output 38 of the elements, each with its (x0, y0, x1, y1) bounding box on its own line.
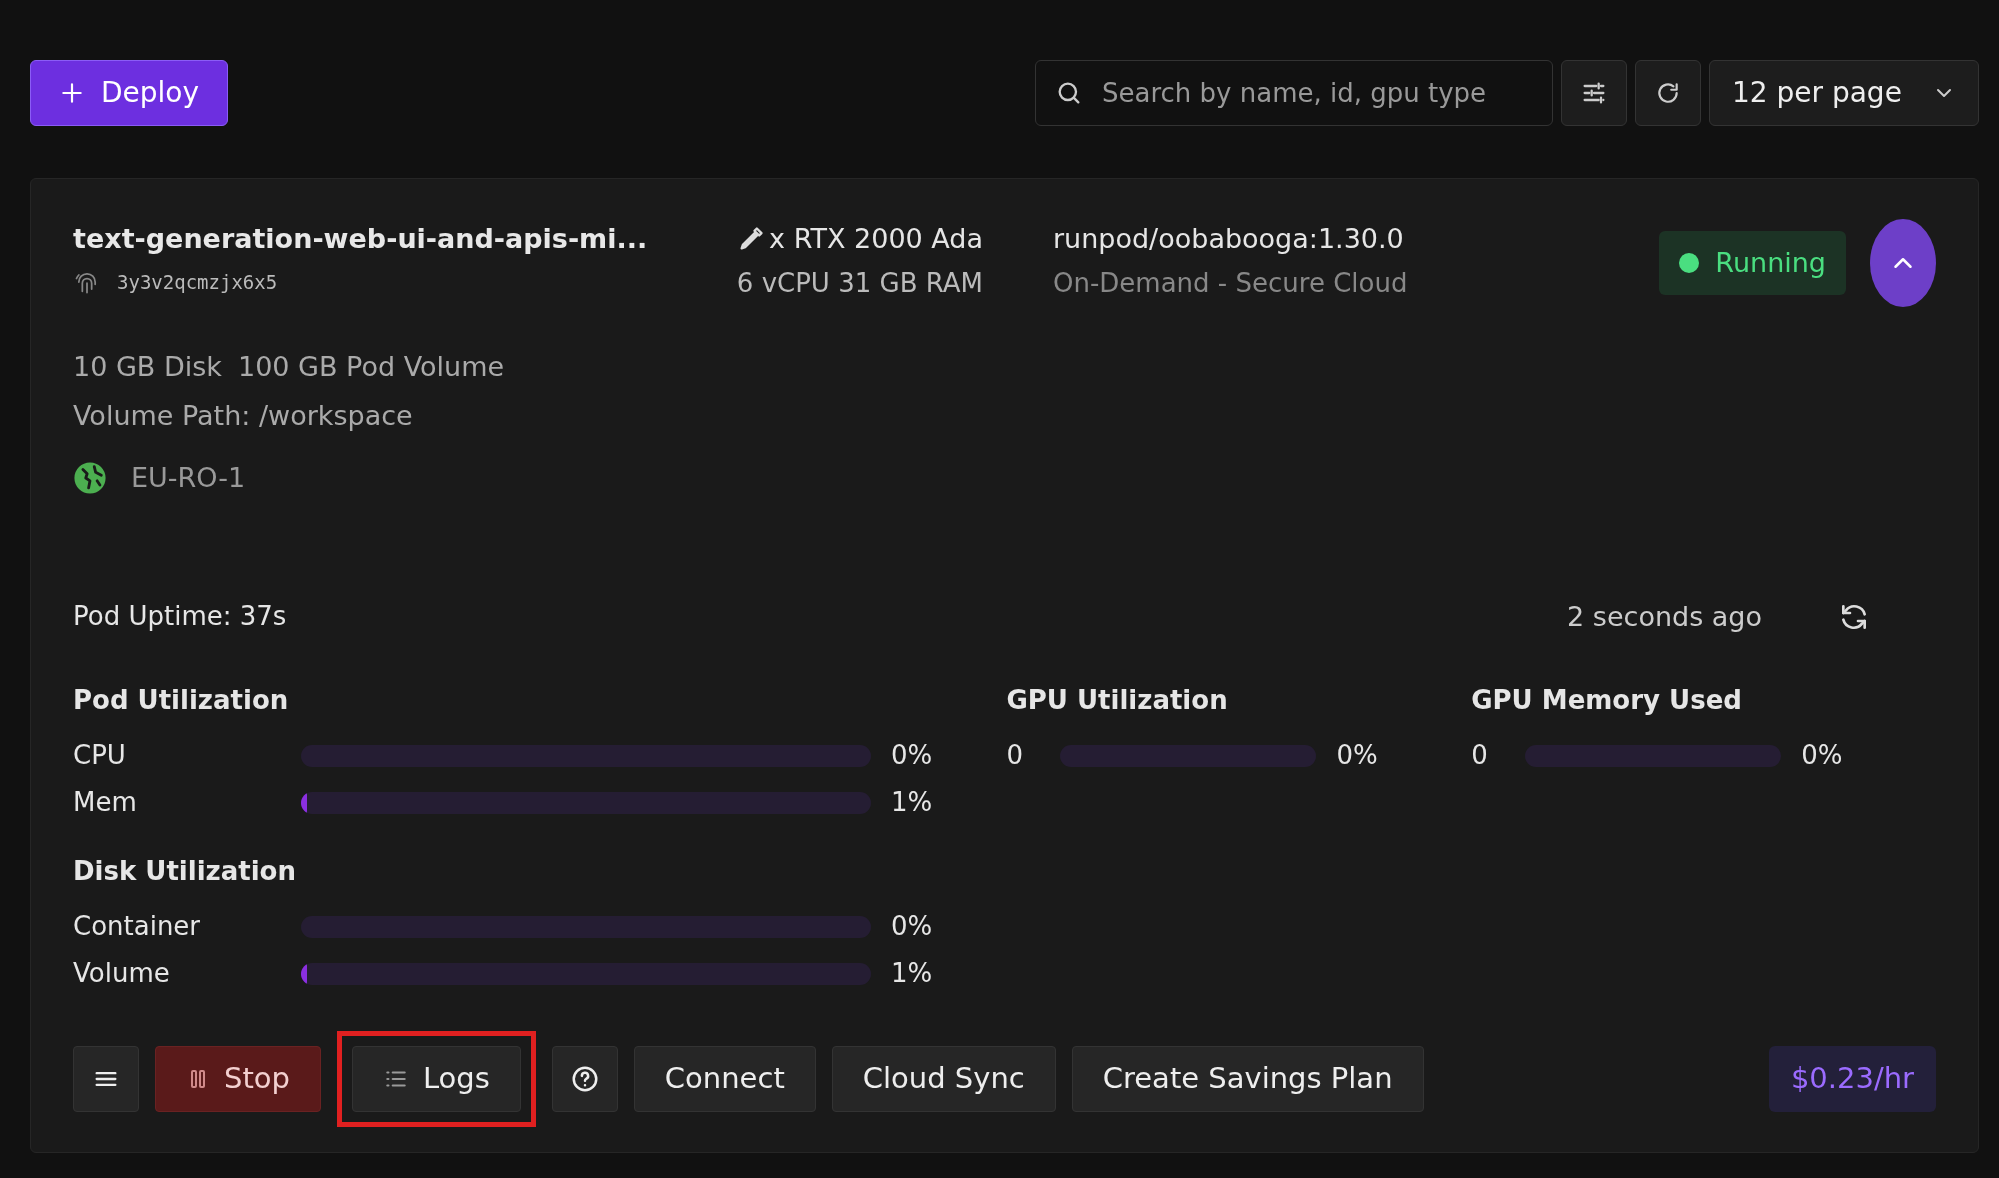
gpu-index: 0 (1471, 739, 1489, 772)
usage-percent: 0% (891, 739, 933, 772)
storage-size: 10 GB Disk (73, 350, 222, 384)
hourly-price: $0.23/hr (1768, 1046, 1936, 1112)
pod-id: 3y3v2qcmzjx6x5 (117, 269, 278, 295)
region: EU-RO-1 (131, 461, 246, 495)
section-title: Pod Utilization (73, 684, 290, 717)
usage-percent: 0% (1336, 739, 1378, 772)
section-title: GPU Memory Used (1471, 684, 1743, 717)
deploy-button[interactable]: Deploy (30, 60, 229, 126)
usage-percent: 1% (891, 786, 933, 819)
usage-percent: 1% (891, 957, 933, 990)
search-field[interactable]: Search by name, id, gpu type (1035, 60, 1553, 126)
section-title: GPU Utilization (1006, 684, 1229, 717)
pod-specs: 6 vCPU 31 GB RAM (736, 266, 983, 300)
meter-label: Volume (73, 957, 171, 990)
action-button[interactable]: Cloud Sync (831, 1046, 1056, 1112)
volume-path: Volume Path: /workspace (73, 398, 414, 433)
usage-percent: 0% (1801, 739, 1843, 772)
per-page-dropdown[interactable]: 12 per page (1709, 60, 1979, 126)
status-badge: Running (1659, 230, 1846, 296)
meter-label: Container (73, 910, 202, 943)
container-image: runpod/oobabooga:1.30.0 (1053, 222, 1405, 256)
last-updated: 2 seconds ago (1567, 599, 1762, 634)
storage-size: 100 GB Pod Volume (237, 350, 505, 384)
action-button[interactable]: Create Savings Plan (1071, 1046, 1424, 1112)
gpu-index: 0 (1006, 739, 1024, 772)
stop-button[interactable]: Stop (155, 1046, 321, 1112)
gpu-type: x RTX 2000 Ada (769, 222, 983, 256)
cloud-plan: On-Demand - Secure Cloud (1053, 266, 1408, 300)
meter-label: CPU (73, 739, 127, 772)
action-button[interactable]: Connect (633, 1046, 816, 1112)
meter-label: Mem (73, 786, 138, 819)
section-title: Disk Utilization (73, 855, 297, 888)
usage-percent: 0% (891, 910, 933, 943)
logs-button[interactable]: Logs (351, 1046, 521, 1112)
pod-name: text-generation-web-ui-and-apis-mi... (73, 222, 649, 256)
pod-uptime: Pod Uptime: 37s (73, 600, 287, 634)
